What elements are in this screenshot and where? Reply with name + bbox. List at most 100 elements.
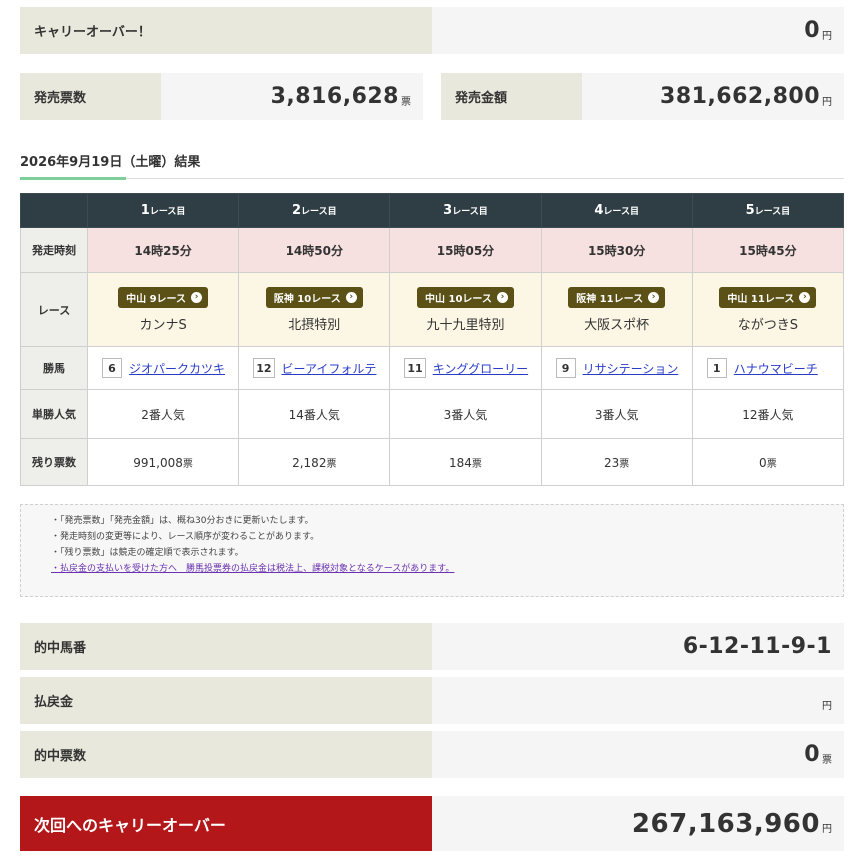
- popularity-value: 3番人気: [540, 389, 693, 439]
- header-race-1: 1レース目: [86, 193, 240, 228]
- start-time: 14時50分: [238, 227, 391, 273]
- row-label-popularity: 単勝人気: [20, 389, 88, 439]
- remaining-cell: 2,182票: [238, 438, 391, 486]
- header-race-suffix: レース目: [301, 207, 337, 217]
- remaining-value: 184: [449, 455, 472, 470]
- amount-unit: 円: [822, 97, 832, 108]
- header-race-num: 3: [443, 203, 453, 218]
- remaining-unit: 票: [471, 458, 482, 470]
- remaining-cell: 0票: [691, 438, 845, 486]
- venue-label: 阪神 10レース: [273, 293, 341, 305]
- tickets-label: 発売票数: [20, 73, 161, 120]
- remaining-cell: 184票: [389, 438, 542, 486]
- result-date-heading: 2026年9月19日（土曜）結果: [20, 155, 201, 170]
- remaining-value: 23: [604, 455, 620, 470]
- payout-value: 円: [432, 677, 844, 724]
- table-header-row: 1レース目 2レース目 3レース目 4レース目 5レース目: [20, 193, 845, 228]
- row-label-race: レース: [20, 272, 88, 347]
- race-cell: 中山 11レース › ながつきS: [691, 272, 845, 347]
- header-race-3: 3レース目: [389, 193, 542, 228]
- chevron-right-icon: ›: [496, 291, 508, 303]
- payout-label: 払戻金: [20, 677, 432, 724]
- chevron-right-icon: ›: [191, 291, 203, 303]
- venue-button[interactable]: 阪神 11レース ›: [568, 286, 666, 308]
- winning-numbers: 6-12-11-9-1: [682, 634, 832, 659]
- tickets-unit: 票: [401, 97, 411, 108]
- race-cell: 中山 9レース › カンナS: [86, 272, 240, 347]
- winner-cell: 9 リサシテーション: [540, 346, 693, 390]
- table-row-time: 発走時刻 14時25分 14時50分 15時05分 15時30分 15時45分: [20, 227, 845, 273]
- hits-count: 0: [804, 742, 820, 767]
- horse-link[interactable]: リサシテーション: [583, 360, 679, 377]
- venue-button[interactable]: 中山 9レース ›: [118, 286, 209, 308]
- remaining-value: 991,008: [133, 455, 183, 470]
- horse-link[interactable]: キンググローリー: [433, 360, 528, 377]
- row-label-winner: 勝馬: [20, 346, 88, 390]
- remaining-value: 0: [759, 455, 767, 470]
- payout-unit: 円: [822, 701, 832, 712]
- tickets-amount: 3,816,628: [270, 84, 399, 109]
- tax-note-link[interactable]: ・払戻金の支払いを受けた方へ 勝馬投票券の払戻金は税法上、課税対象となるケースが…: [51, 561, 843, 574]
- note-item: ・発走時刻の変更等により、レース順序が変わることがあります。: [51, 532, 320, 542]
- popularity-value: 2番人気: [86, 389, 240, 439]
- heading-accent: [20, 177, 126, 180]
- header-race-num: 1: [140, 203, 150, 218]
- hits-unit: 票: [822, 755, 832, 766]
- winning-numbers-value: 6-12-11-9-1: [432, 623, 844, 670]
- table-row-remaining: 残り票数 991,008票 2,182票 184票 23票 0票: [20, 438, 845, 486]
- venue-button[interactable]: 中山 10レース ›: [417, 286, 514, 308]
- chevron-right-icon: ›: [799, 291, 811, 303]
- venue-label: 阪神 11レース: [576, 293, 644, 305]
- header-race-4: 4レース目: [540, 193, 693, 228]
- table-row-race: レース 中山 9レース › カンナS 阪神 10レース › 北摂特別 中山 10レー…: [20, 272, 845, 347]
- heading-divider: [20, 178, 844, 179]
- header-corner: [20, 193, 88, 228]
- race-name: 九十九里特別: [426, 317, 505, 333]
- horse-number: 11: [404, 358, 426, 378]
- start-time: 15時30分: [540, 227, 693, 273]
- winner-cell: 6 ジオパークカツキ: [86, 346, 240, 390]
- race-cell: 阪神 10レース › 北摂特別: [238, 272, 391, 347]
- remaining-unit: 票: [619, 458, 630, 470]
- race-cell: 中山 10レース › 九十九里特別: [389, 272, 542, 347]
- remaining-unit: 票: [326, 458, 337, 470]
- venue-label: 中山 9レース: [126, 293, 187, 305]
- header-race-suffix: レース目: [603, 207, 639, 217]
- remaining-value: 2,182: [292, 455, 327, 470]
- race-name: カンナS: [139, 317, 187, 333]
- horse-number: 1: [706, 358, 727, 378]
- header-race-5: 5レース目: [691, 193, 845, 228]
- venue-button[interactable]: 阪神 10レース ›: [265, 286, 363, 308]
- race-results-table: 1レース目 2レース目 3レース目 4レース目 5レース目 発走時刻 14時25…: [20, 193, 845, 486]
- next-carryover-label: 次回へのキャリーオーバー: [20, 796, 432, 851]
- venue-label: 中山 11レース: [727, 293, 795, 305]
- amount-amount: 381,662,800: [660, 84, 820, 109]
- popularity-value: 3番人気: [389, 389, 542, 439]
- popularity-value: 12番人気: [691, 389, 845, 439]
- venue-label: 中山 10レース: [425, 293, 492, 305]
- header-race-2: 2レース目: [238, 193, 391, 228]
- winner-cell: 1 ハナウマビーチ: [691, 346, 845, 390]
- winner-cell: 12 ビーアイフォルテ: [238, 346, 391, 390]
- popularity-value: 14番人気: [238, 389, 391, 439]
- horse-link[interactable]: ビーアイフォルテ: [282, 360, 377, 377]
- horse-link[interactable]: ジオパークカツキ: [129, 360, 225, 377]
- tickets-value: 3,816,628 票: [161, 73, 423, 120]
- table-row-winner: 勝馬 6 ジオパークカツキ 12 ビーアイフォルテ 11 キンググローリー 9 リサシテ…: [20, 346, 845, 390]
- race-name: ながつきS: [737, 317, 798, 333]
- next-carryover-unit: 円: [822, 824, 832, 835]
- hits-value: 0 票: [432, 731, 844, 778]
- remaining-cell: 23票: [540, 438, 693, 486]
- start-time: 14時25分: [86, 227, 240, 273]
- remaining-unit: 票: [182, 458, 193, 470]
- header-race-num: 2: [291, 203, 302, 218]
- carryover-label: キャリーオーバー！: [20, 7, 432, 54]
- next-carryover-amount: 267,163,960: [631, 808, 820, 839]
- venue-button[interactable]: 中山 11レース ›: [719, 286, 817, 308]
- horse-number: 12: [253, 358, 275, 378]
- race-name: 大阪スポ杯: [584, 317, 650, 333]
- next-carryover-value: 267,163,960 円: [432, 796, 844, 851]
- horse-link[interactable]: ハナウマビーチ: [734, 360, 818, 377]
- header-race-suffix: レース目: [149, 207, 186, 217]
- table-row-popularity: 単勝人気 2番人気 14番人気 3番人気 3番人気 12番人気: [20, 389, 845, 439]
